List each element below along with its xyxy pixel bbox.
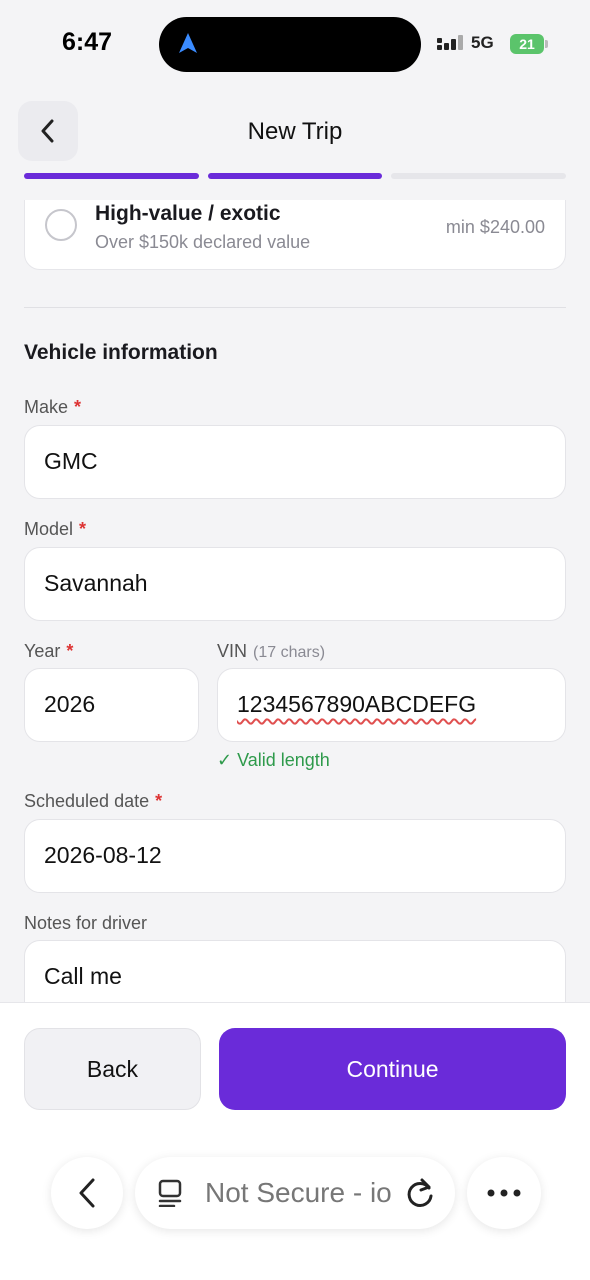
vin-value: 1234567890ABCDEFG [237,691,477,717]
more-options-button[interactable] [467,1157,541,1229]
model-label-text: Model [24,519,74,539]
vin-hint: (17 chars) [253,644,326,661]
option-subtitle: Over $150k declared value [95,232,311,252]
model-input[interactable]: Savannah [24,547,566,621]
scheduled-date-label: Scheduled date * [24,791,162,812]
continue-button[interactable]: Continue [219,1028,566,1110]
battery-icon: 21 [510,34,544,54]
notes-label: Notes for driver [24,913,148,933]
required-mark: * [79,519,87,539]
vin-label-text: VIN [217,641,248,661]
year-label-text: Year [24,641,61,661]
back-button[interactable]: Back [24,1028,201,1110]
option-high-value[interactable]: High-value / exotic Over $150k declared … [24,200,566,270]
signal-icon [437,35,463,50]
ellipsis-icon [487,1189,521,1197]
required-mark: * [155,791,163,811]
make-label-text: Make [24,397,69,417]
year-label: Year * [24,641,73,662]
network-label: 5G [471,33,494,52]
vin-input[interactable]: 1234567890ABCDEFG [217,668,566,742]
scheduled-date-label-text: Scheduled date [24,791,150,811]
vin-label: VIN (17 chars) [217,641,325,662]
make-label: Make * [24,397,81,418]
battery-cap [545,40,548,48]
status-time: 6:47 [62,28,113,56]
reload-icon[interactable] [405,1177,435,1209]
browser-back-button[interactable] [51,1157,123,1229]
form-content[interactable]: High-value / exotic Over $150k declared … [0,200,590,1002]
option-price: min $240.00 [445,217,545,237]
scheduled-date-input[interactable]: 2026-08-12 [24,819,566,893]
progress-bar [24,173,566,179]
address-bar[interactable]: Not Secure - io [135,1157,455,1229]
tab-overview-icon[interactable] [157,1179,185,1207]
dynamic-island [159,17,421,72]
footer-actions: Back Continue [0,1002,590,1130]
location-arrow-icon [179,33,197,53]
make-input[interactable]: GMC [24,425,566,499]
radio-button[interactable] [45,209,77,241]
required-mark: * [66,641,74,661]
browser-toolbar: Not Secure - io [0,1130,590,1280]
page-title: New Trip [247,118,343,145]
progress-step-1 [24,173,199,179]
option-title: High-value / exotic [95,202,281,225]
year-input[interactable]: 2026 [24,668,199,742]
status-bar: 6:47 5G 21 [0,0,590,90]
vin-validation-message: ✓ Valid length [217,750,330,770]
progress-step-2 [208,173,382,179]
chevron-left-icon [79,1178,95,1208]
section-title: Vehicle information [24,341,218,364]
required-mark: * [74,397,82,417]
progress-step-3 [391,173,566,179]
header: New Trip [0,90,590,200]
notes-textarea[interactable]: Call me [24,940,566,1002]
model-label: Model * [24,519,86,540]
url-text: Not Secure - io [205,1177,392,1208]
divider [24,307,566,308]
